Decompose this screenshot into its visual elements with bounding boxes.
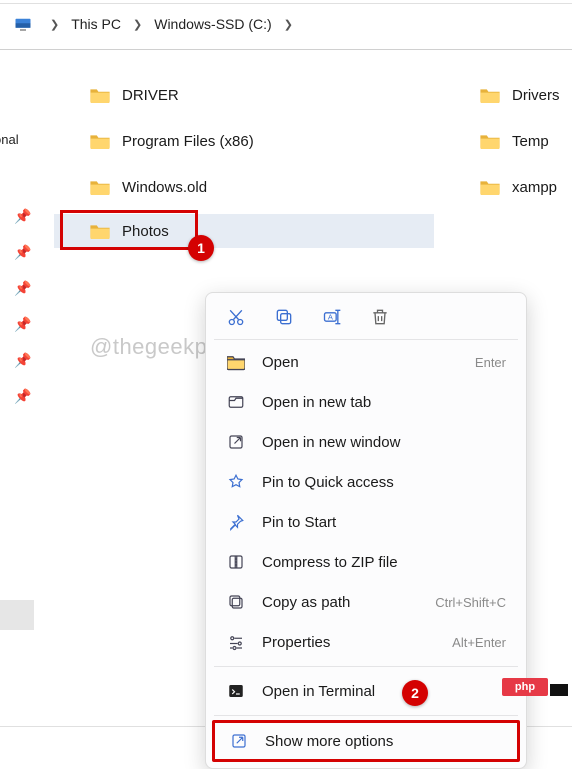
folder-name: Photos xyxy=(122,223,169,240)
menu-label: Properties xyxy=(262,634,452,651)
menu-copy-path[interactable]: Copy as path Ctrl+Shift+C xyxy=(206,582,526,622)
menu-properties[interactable]: Properties Alt+Enter xyxy=(206,622,526,662)
separator xyxy=(214,715,518,716)
pin-icon[interactable]: 📌 xyxy=(14,352,31,369)
folder-icon xyxy=(90,87,110,103)
separator xyxy=(214,666,518,667)
folder-item-selected[interactable]: Photos xyxy=(54,214,434,248)
copy-icon[interactable] xyxy=(274,307,294,327)
context-toolbar: A xyxy=(206,299,526,337)
menu-show-more-options[interactable]: Show more options xyxy=(212,720,520,762)
window-icon xyxy=(226,432,246,452)
sidebar-selected-item[interactable] xyxy=(0,600,34,630)
folder-name: Program Files (x86) xyxy=(122,133,254,150)
menu-label: Open in new tab xyxy=(262,394,506,411)
sidebar: onal 📌 📌 📌 📌 📌 📌 xyxy=(0,60,44,730)
tab-icon xyxy=(226,392,246,412)
breadcrumb-this-pc[interactable]: This PC xyxy=(69,12,123,36)
menu-label: Open xyxy=(262,354,475,371)
breadcrumb-drive[interactable]: Windows-SSD (C:) xyxy=(152,12,273,36)
php-badge: php xyxy=(502,678,548,696)
delete-icon[interactable] xyxy=(370,307,390,327)
menu-shortcut: Ctrl+Shift+C xyxy=(435,595,506,610)
folder-icon xyxy=(90,223,110,239)
pc-icon xyxy=(14,15,32,33)
annotation-badge: 1 xyxy=(188,235,214,261)
pin-icon[interactable]: 📌 xyxy=(14,244,31,261)
rename-icon[interactable]: A xyxy=(322,307,342,327)
folder-name: Temp xyxy=(512,133,549,150)
pin-star-icon xyxy=(226,472,246,492)
folder-icon xyxy=(480,133,500,149)
folder-item[interactable]: Temp xyxy=(480,124,560,158)
menu-label: Copy as path xyxy=(262,594,435,611)
menu-pin-quick-access[interactable]: Pin to Quick access xyxy=(206,462,526,502)
folder-name: Windows.old xyxy=(122,179,207,196)
chevron-right-icon[interactable]: ❯ xyxy=(50,18,59,31)
folder-item[interactable]: xampp xyxy=(480,170,560,204)
pin-icon[interactable]: 📌 xyxy=(14,316,31,333)
copy-path-icon xyxy=(226,592,246,612)
menu-open-new-tab[interactable]: Open in new tab xyxy=(206,382,526,422)
menu-label: Open in Terminal xyxy=(262,683,506,700)
context-menu: A Open Enter Open in new tab Open in new… xyxy=(205,292,527,769)
menu-open-new-window[interactable]: Open in new window xyxy=(206,422,526,462)
folder-icon xyxy=(90,179,110,195)
folder-icon xyxy=(480,179,500,195)
folder-item[interactable]: Drivers xyxy=(480,78,560,112)
properties-icon xyxy=(226,632,246,652)
cut-icon[interactable] xyxy=(226,307,246,327)
pin-icon[interactable]: 📌 xyxy=(14,388,31,405)
separator xyxy=(214,339,518,340)
folder-icon xyxy=(226,352,246,372)
folder-name: Drivers xyxy=(512,87,560,104)
folder-icon xyxy=(480,87,500,103)
menu-open-terminal[interactable]: Open in Terminal xyxy=(206,671,526,711)
menu-label: Open in new window xyxy=(262,434,506,451)
breadcrumb: ❯ This PC ❯ Windows-SSD (C:) ❯ xyxy=(0,4,572,44)
menu-label: Show more options xyxy=(265,733,503,750)
file-list-col2: Drivers Temp xampp xyxy=(480,78,560,204)
folder-name: xampp xyxy=(512,179,557,196)
annotation-badge: 2 xyxy=(402,680,428,706)
more-icon xyxy=(229,731,249,751)
menu-label: Pin to Start xyxy=(262,514,506,531)
divider xyxy=(0,49,572,50)
menu-shortcut: Alt+Enter xyxy=(452,635,506,650)
pin-icon xyxy=(226,512,246,532)
folder-icon xyxy=(90,133,110,149)
menu-shortcut: Enter xyxy=(475,355,506,370)
menu-label: Compress to ZIP file xyxy=(262,554,506,571)
menu-compress-zip[interactable]: Compress to ZIP file xyxy=(206,542,526,582)
pin-icon[interactable]: 📌 xyxy=(14,208,31,225)
pin-icon[interactable]: 📌 xyxy=(14,280,31,297)
menu-open[interactable]: Open Enter xyxy=(206,342,526,382)
zip-icon xyxy=(226,552,246,572)
chevron-right-icon[interactable]: ❯ xyxy=(133,18,142,31)
chevron-right-icon[interactable]: ❯ xyxy=(284,18,293,31)
menu-pin-start[interactable]: Pin to Start xyxy=(206,502,526,542)
sidebar-label: onal xyxy=(0,132,19,147)
footer-block xyxy=(550,684,568,696)
svg-text:A: A xyxy=(328,313,333,322)
folder-name: DRIVER xyxy=(122,87,179,104)
menu-label: Pin to Quick access xyxy=(262,474,506,491)
terminal-icon xyxy=(226,681,246,701)
